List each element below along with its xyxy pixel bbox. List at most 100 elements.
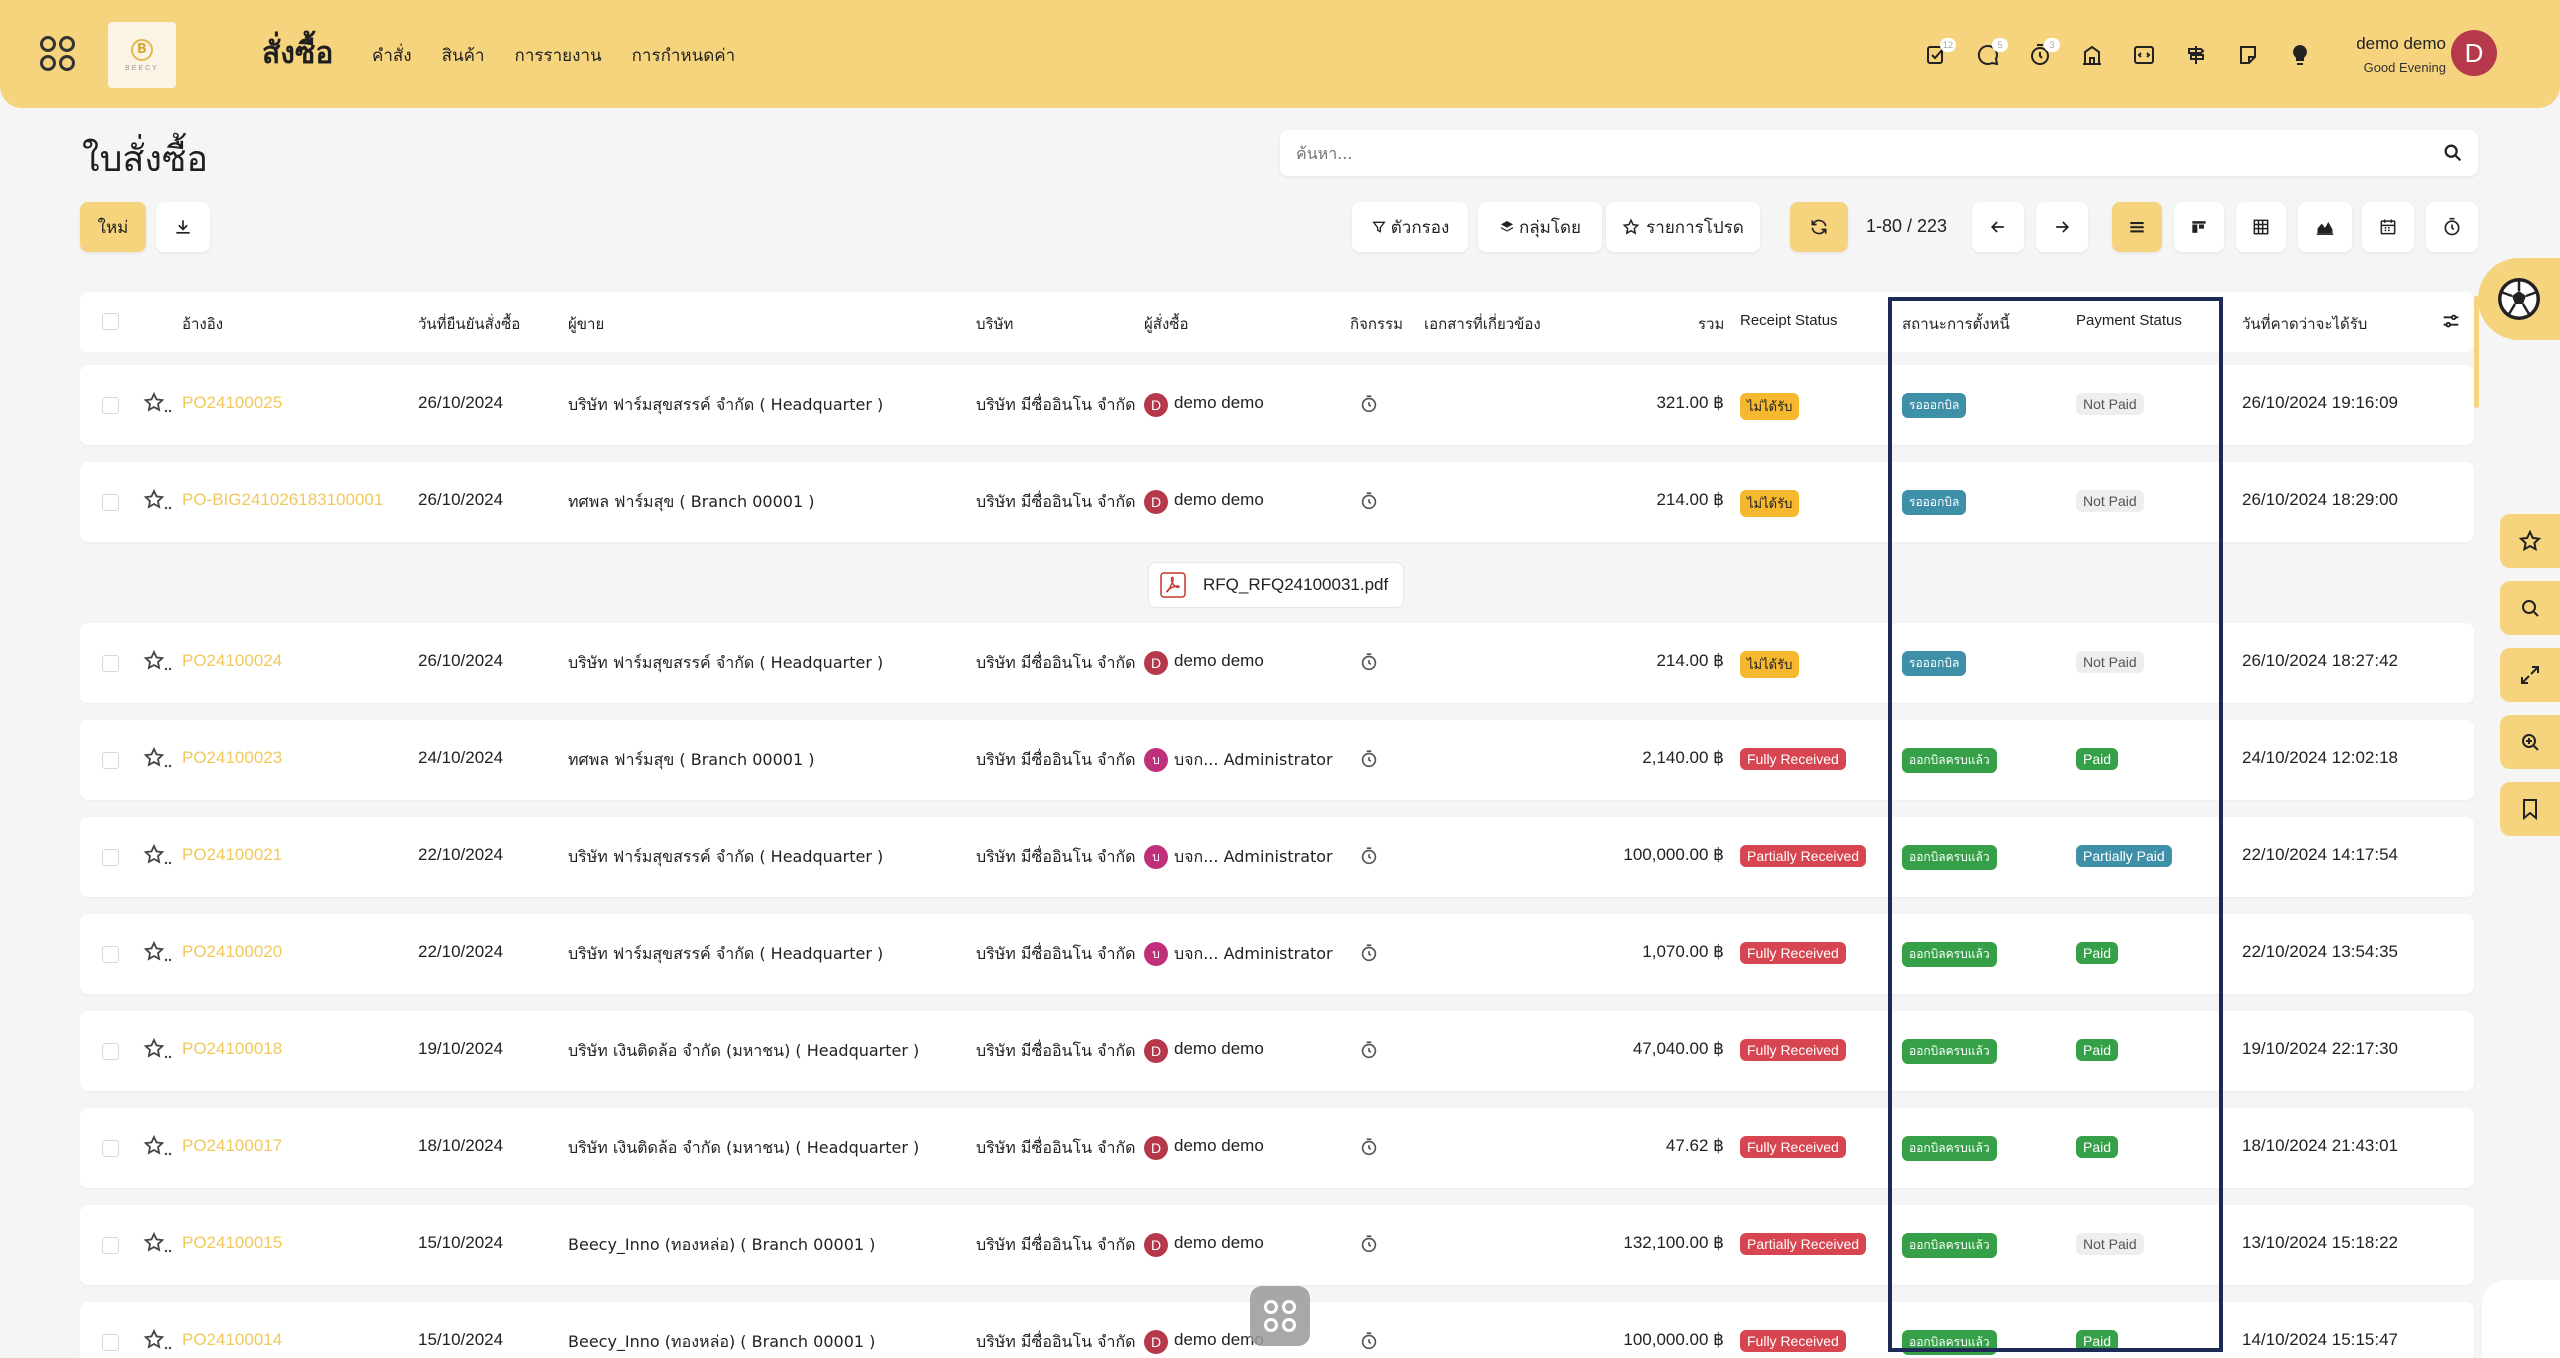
download-button[interactable] (156, 202, 210, 252)
company-switch-icon[interactable] (2066, 34, 2118, 76)
column-header-total[interactable]: รวม (1698, 312, 1724, 336)
messages-icon[interactable]: 5 (1962, 34, 2014, 76)
row-ref[interactable]: PO-BIG241026183100001 (182, 490, 383, 510)
new-button[interactable]: ใหม่ (80, 202, 146, 252)
side-expand-button[interactable] (2500, 648, 2560, 702)
notes-icon[interactable] (2222, 34, 2274, 76)
column-header-payment-status[interactable]: Payment Status (2076, 312, 2182, 329)
user-menu[interactable]: demo demo Good Evening (2356, 34, 2446, 75)
app-title[interactable]: สั่งซื้อ (262, 30, 333, 77)
apps-menu-icon[interactable] (40, 36, 78, 74)
priority-star-icon[interactable] (142, 940, 172, 968)
group-by-button[interactable]: กลุ่มโดย (1478, 202, 1602, 252)
pager-next-button[interactable] (2036, 202, 2088, 252)
priority-star-icon[interactable] (142, 391, 172, 419)
view-activity-button[interactable] (2426, 202, 2478, 252)
row-ref[interactable]: PO24100015 (182, 1233, 282, 1253)
row-checkbox[interactable] (102, 1043, 119, 1060)
menu-item-products[interactable]: สินค้า (442, 42, 485, 69)
row-ref[interactable]: PO24100024 (182, 651, 282, 671)
table-row[interactable]: PO24100025 26/10/2024 บริษัท ฟาร์มสุขสรรค์… (80, 365, 2474, 445)
view-graph-button[interactable] (2298, 202, 2352, 252)
table-row[interactable]: PO24100015 15/10/2024 Beecy_Inno (ทองหล่อ)… (80, 1205, 2474, 1285)
row-checkbox[interactable] (102, 397, 119, 414)
table-row[interactable]: PO24100018 19/10/2024 บริษัท เงินติดล้อ จำ… (80, 1011, 2474, 1091)
menu-item-orders[interactable]: คำสั่ง (372, 42, 412, 69)
row-checkbox[interactable] (102, 946, 119, 963)
view-list-button[interactable] (2112, 202, 2162, 252)
column-header-expected-date[interactable]: วันที่คาดว่าจะได้รับ (2242, 312, 2367, 336)
row-checkbox[interactable] (102, 655, 119, 672)
activity-clock-icon[interactable] (1358, 942, 1380, 964)
activity-clock-icon[interactable] (1358, 490, 1380, 512)
column-header-company[interactable]: บริษัท (976, 312, 1013, 336)
search-icon[interactable] (2442, 142, 2464, 164)
row-ref[interactable]: PO24100020 (182, 942, 282, 962)
view-calendar-button[interactable] (2362, 202, 2414, 252)
search-input[interactable] (1280, 130, 2380, 176)
side-bookmark-button[interactable] (2500, 782, 2560, 836)
activity-clock-icon[interactable] (1358, 1330, 1380, 1352)
column-header-source-document[interactable]: เอกสารที่เกี่ยวข้อง (1424, 312, 1541, 336)
column-header-activity[interactable]: กิจกรรม (1350, 312, 1403, 336)
activity-clock-icon[interactable] (1358, 393, 1380, 415)
select-all-checkbox[interactable] (102, 313, 119, 330)
filter-button[interactable]: ตัวกรอง (1352, 202, 1468, 252)
row-checkbox[interactable] (102, 1140, 119, 1157)
timer-icon[interactable]: 3 (2014, 34, 2066, 76)
activity-icon[interactable]: 12 (1910, 34, 1962, 76)
table-row[interactable]: PO24100023 24/10/2024 ทศพล ฟาร์มสุข ( Bran… (80, 720, 2474, 800)
row-ref[interactable]: PO24100014 (182, 1330, 282, 1350)
column-header-receipt-status[interactable]: Receipt Status (1740, 312, 1838, 329)
row-checkbox[interactable] (102, 1237, 119, 1254)
menu-item-configuration[interactable]: การกำหนดค่า (632, 42, 736, 69)
row-ref[interactable]: PO24100018 (182, 1039, 282, 1059)
side-favorite-button[interactable] (2500, 514, 2560, 568)
optional-columns-icon[interactable] (2440, 310, 2462, 332)
signpost-icon[interactable] (2170, 34, 2222, 76)
priority-star-icon[interactable] (142, 1231, 172, 1259)
row-ref[interactable]: PO24100025 (182, 393, 282, 413)
priority-star-icon[interactable] (142, 746, 172, 774)
attachment-chip[interactable]: RFQ_RFQ24100031.pdf (1148, 562, 1404, 608)
assistant-fab[interactable] (2478, 258, 2560, 340)
view-kanban-button[interactable] (2174, 202, 2224, 252)
activity-clock-icon[interactable] (1358, 651, 1380, 673)
table-row[interactable]: PO24100021 22/10/2024 บริษัท ฟาร์มสุขสรรค์… (80, 817, 2474, 897)
row-checkbox[interactable] (102, 849, 119, 866)
activity-clock-icon[interactable] (1358, 1039, 1380, 1061)
activity-clock-icon[interactable] (1358, 1136, 1380, 1158)
priority-star-icon[interactable] (142, 1328, 172, 1356)
pager-previous-button[interactable] (1972, 202, 2024, 252)
activity-clock-icon[interactable] (1358, 845, 1380, 867)
bottom-apps-button[interactable] (1250, 1286, 1310, 1346)
company-logo[interactable]: B BEECY (108, 22, 176, 88)
row-checkbox[interactable] (102, 1334, 119, 1351)
column-header-billing-status[interactable]: สถานะการตั้งหนี้ (1902, 312, 2010, 336)
refresh-button[interactable] (1790, 202, 1848, 252)
priority-star-icon[interactable] (142, 1037, 172, 1065)
table-row[interactable]: PO-BIG241026183100001 26/10/2024 ทศพล ฟาร์… (80, 462, 2474, 542)
priority-star-icon[interactable] (142, 843, 172, 871)
priority-star-icon[interactable] (142, 1134, 172, 1162)
developer-icon[interactable] (2118, 34, 2170, 76)
row-ref[interactable]: PO24100021 (182, 845, 282, 865)
side-zoom-button[interactable] (2500, 715, 2560, 769)
priority-star-icon[interactable] (142, 488, 172, 516)
column-header-buyer[interactable]: ผู้สั่งซื้อ (1144, 312, 1188, 336)
table-row[interactable]: PO24100020 22/10/2024 บริษัท ฟาร์มสุขสรรค์… (80, 914, 2474, 994)
page-title[interactable]: ใบสั่งซื้อ (82, 130, 208, 187)
table-row[interactable]: PO24100017 18/10/2024 บริษัท เงินติดล้อ จำ… (80, 1108, 2474, 1188)
table-row[interactable]: PO24100024 26/10/2024 บริษัท ฟาร์มสุขสรรค์… (80, 623, 2474, 703)
vertical-scrollbar[interactable] (2474, 296, 2479, 408)
favorites-button[interactable]: รายการโปรด (1606, 202, 1760, 252)
row-checkbox[interactable] (102, 494, 119, 511)
activity-clock-icon[interactable] (1358, 1233, 1380, 1255)
row-ref[interactable]: PO24100017 (182, 1136, 282, 1156)
row-checkbox[interactable] (102, 752, 119, 769)
column-header-ref[interactable]: อ้างอิง (182, 312, 223, 336)
side-search-button[interactable] (2500, 581, 2560, 635)
user-avatar[interactable]: D (2451, 30, 2497, 76)
lightbulb-icon[interactable] (2274, 34, 2326, 76)
row-ref[interactable]: PO24100023 (182, 748, 282, 768)
